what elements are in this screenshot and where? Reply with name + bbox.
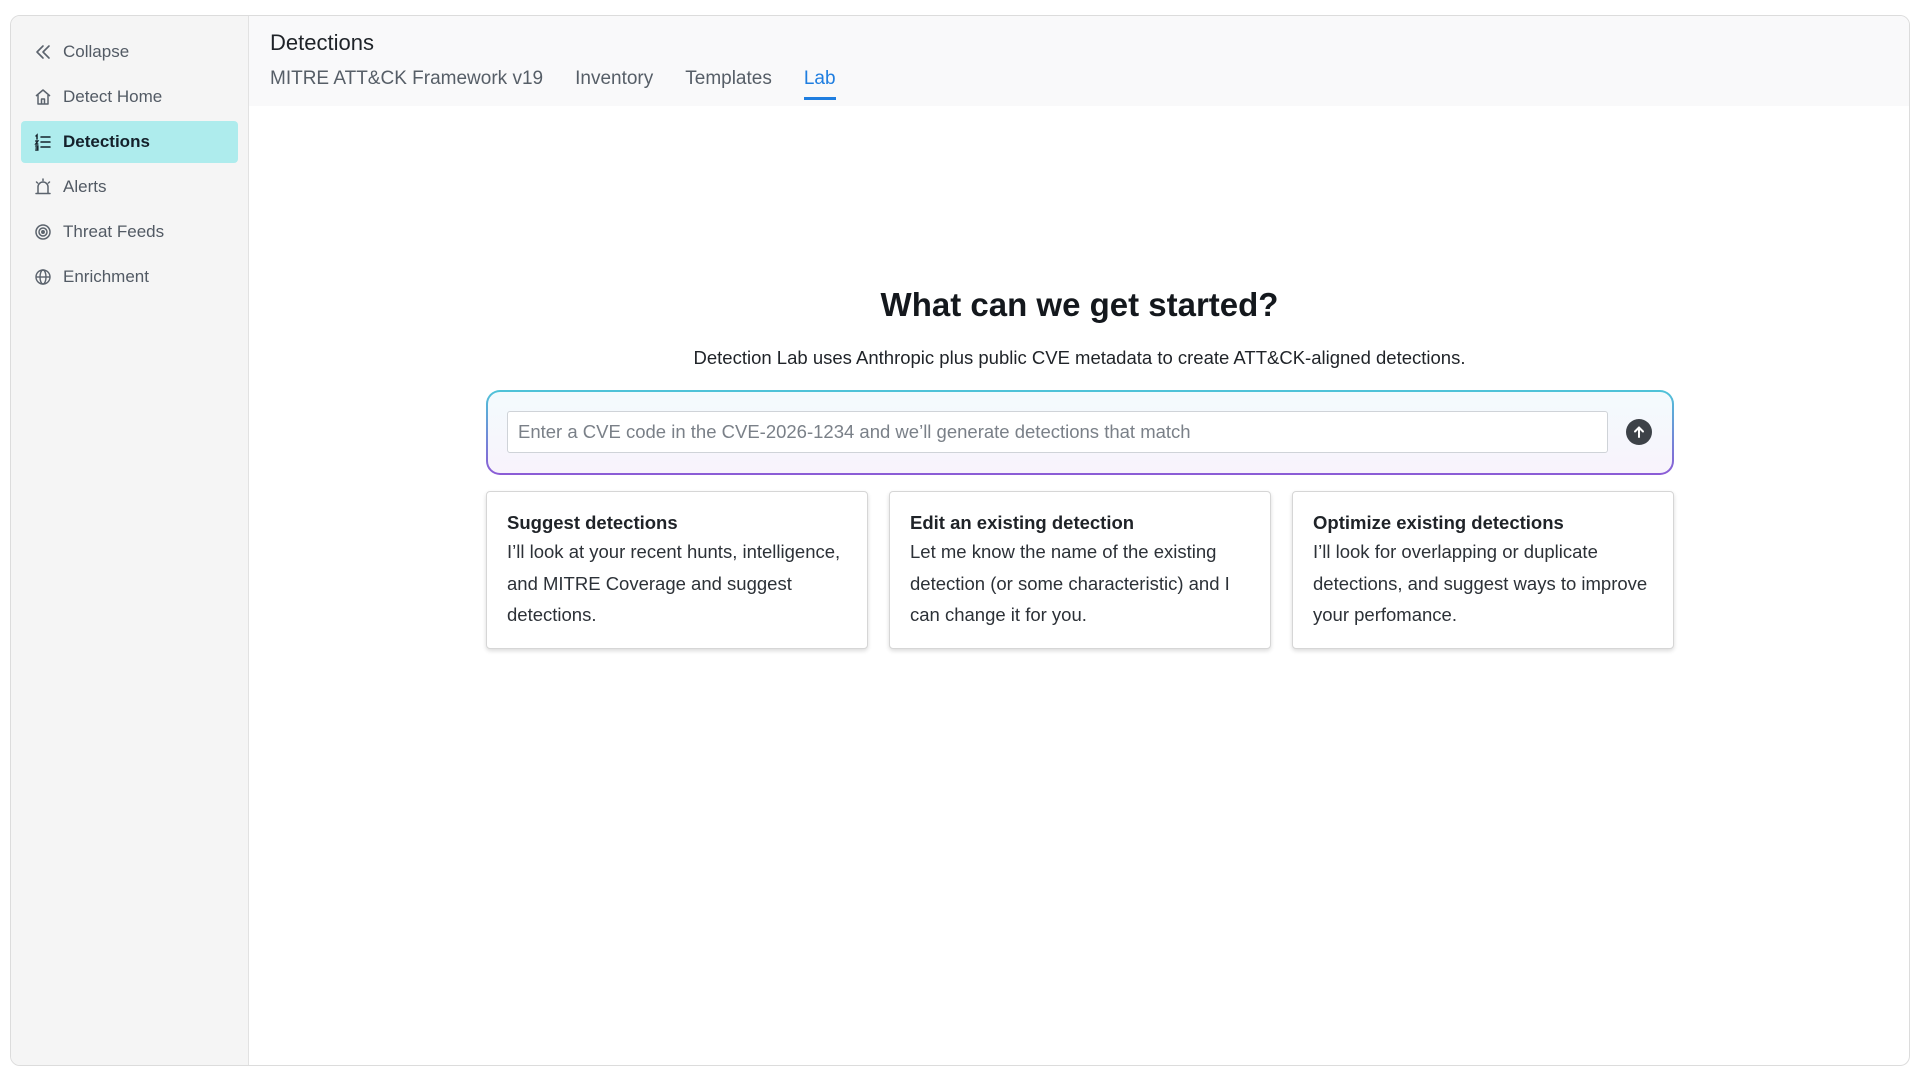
hero-subtitle: Detection Lab uses Anthropic plus public… (693, 347, 1466, 368)
globe-icon (33, 267, 53, 287)
sidebar-item-label: Detections (63, 132, 150, 151)
sidebar-item-threat-feeds[interactable]: Threat Feeds (21, 211, 238, 253)
tab-bar: MITRE ATT&CK Framework v19 Inventory Tem… (270, 68, 1909, 100)
card-body: I’ll look at your recent hunts, intellig… (507, 541, 841, 625)
cve-prompt-input[interactable] (507, 411, 1608, 453)
sidebar-item-enrichment[interactable]: Enrichment (21, 256, 238, 298)
card-title: Optimize existing detections (1313, 512, 1564, 533)
sidebar-item-label: Threat Feeds (63, 222, 165, 241)
card-title: Edit an existing detection (910, 512, 1135, 533)
sidebar-item-collapse[interactable]: Collapse (21, 31, 238, 73)
sidebar-item-detect-home[interactable]: Detect Home (21, 76, 238, 118)
main-area: Detections MITRE ATT&CK Framework v19 In… (249, 16, 1909, 1065)
hero-title: What can we get started? (880, 286, 1279, 323)
sidebar-item-label: Enrichment (63, 267, 149, 286)
card-title: Suggest detections (507, 512, 678, 533)
arrow-up-icon (1632, 425, 1646, 439)
tab-templates[interactable]: Templates (685, 68, 772, 100)
home-icon (33, 87, 53, 107)
target-icon (33, 222, 53, 242)
card-body: I’ll look for overlapping or duplicate d… (1313, 541, 1648, 625)
card-suggest-detections[interactable]: Suggest detections I’ll look at your rec… (486, 491, 868, 649)
card-edit-existing-detection[interactable]: Edit an existing detection Let me know t… (889, 491, 1271, 649)
sidebar-item-label: Detect Home (63, 87, 163, 106)
sidebar-item-label: Alerts (63, 177, 107, 196)
send-button[interactable] (1626, 419, 1652, 445)
suggestion-cards: Suggest detections I’ll look at your rec… (486, 491, 1674, 649)
sidebar-item-alerts[interactable]: Alerts (21, 166, 238, 208)
card-optimize-detections[interactable]: Optimize existing detections I’ll look f… (1292, 491, 1674, 649)
tab-inventory[interactable]: Inventory (575, 68, 653, 100)
sidebar-item-label: Collapse (63, 42, 130, 61)
prompt-inner (488, 392, 1672, 473)
tab-lab[interactable]: Lab (803, 68, 836, 100)
siren-icon (33, 177, 53, 197)
tab-mitre-attack-framework[interactable]: MITRE ATT&CK Framework v19 (270, 68, 543, 100)
sidebar-item-detections[interactable]: Detections (21, 121, 238, 163)
app-window: Collapse Detect Home Detections Alerts T… (10, 15, 1910, 1066)
prompt-container (486, 390, 1674, 475)
chevrons-left-icon (33, 42, 53, 62)
list-icon (33, 132, 53, 152)
lab-content: What can we get started? Detection Lab u… (249, 106, 1909, 1065)
page-header: Detections MITRE ATT&CK Framework v19 In… (249, 16, 1909, 106)
card-body: Let me know the name of the existing det… (910, 541, 1230, 625)
sidebar: Collapse Detect Home Detections Alerts T… (11, 16, 249, 1065)
page-title: Detections (270, 30, 374, 55)
